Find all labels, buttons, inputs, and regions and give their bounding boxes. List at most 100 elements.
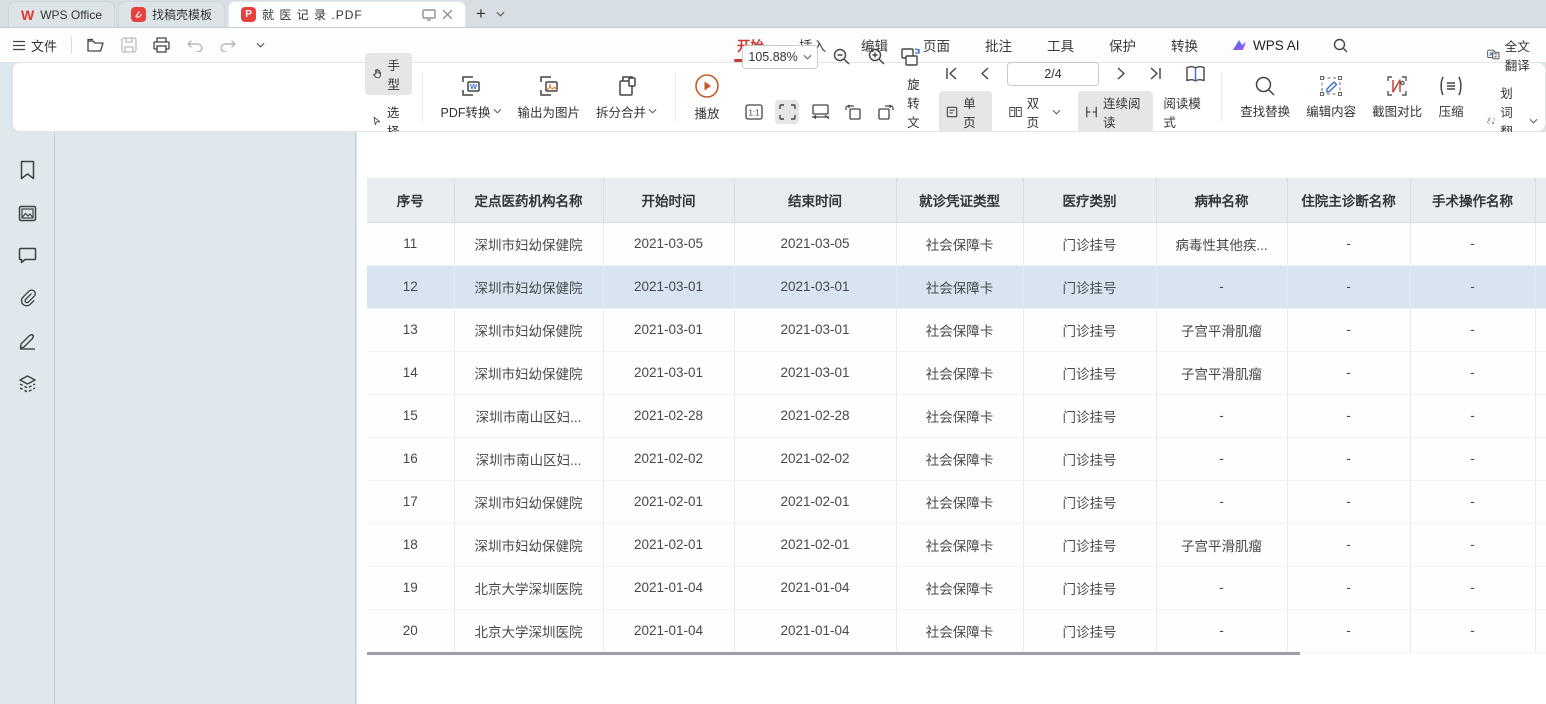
tab-template-label: 找稿壳模板 [152, 6, 212, 23]
table-cell: 子宫平滑肌瘤 [1156, 351, 1287, 394]
tab-document-label: 就 医 记 录 .PDF [262, 6, 363, 23]
rotate-left-icon [844, 104, 862, 120]
zoom-level-select[interactable]: 105.88% [742, 45, 818, 69]
double-page-button[interactable]: 双页 [1002, 91, 1069, 133]
last-page-button[interactable] [1143, 62, 1167, 86]
table-cell: 子宫平滑肌瘤 [1156, 308, 1287, 351]
table-header-cell: 就诊凭证类型 [896, 178, 1023, 222]
rotate-pages-button[interactable] [899, 45, 923, 69]
svg-text:A: A [1492, 120, 1495, 124]
table-row: 13深圳市妇幼保健院2021-03-012021-03-01社会保障卡门诊挂号子… [367, 308, 1546, 351]
table-cell: - [1156, 265, 1287, 308]
new-tab-button[interactable]: + [476, 5, 486, 22]
find-replace-button[interactable]: 查找替换 [1232, 72, 1298, 123]
table-cell: 2021-01-04 [734, 566, 896, 609]
table-cell: 深圳市妇幼保健院 [454, 265, 603, 308]
actual-size-button[interactable]: 1:1 [742, 100, 766, 124]
full-translate-button[interactable]: A字 全文翻译 [1480, 34, 1545, 76]
ribbon-search-icon[interactable] [1331, 36, 1350, 55]
zoom-in-button[interactable] [864, 45, 888, 69]
pdf-page[interactable]: 序号定点医药机构名称开始时间结束时间就诊凭证类型医疗类别病种名称住院主诊断名称手… [357, 132, 1546, 704]
chevron-down-icon [803, 54, 812, 60]
file-menu-button[interactable]: 文件 [12, 36, 57, 55]
tab-list-chevron-icon[interactable] [496, 4, 505, 22]
redo-icon[interactable] [218, 36, 237, 55]
more-history-chevron-icon[interactable] [251, 36, 270, 55]
layers-panel-icon[interactable] [18, 375, 37, 393]
table-cell: 17 [367, 480, 454, 523]
table-header-cell: 开始时间 [603, 178, 734, 222]
bookmarks-panel-icon[interactable] [19, 160, 36, 180]
rotate-left-button[interactable] [841, 100, 865, 124]
table-header-cell [1535, 178, 1546, 222]
table-cell: 病毒性其他疾... [1156, 222, 1287, 265]
play-button[interactable]: 播放 [686, 70, 728, 125]
template-app-icon [131, 7, 146, 22]
single-page-button[interactable]: 单页 [939, 91, 992, 133]
table-cell: - [1156, 566, 1287, 609]
tab-wps-office[interactable]: W WPS Office [8, 1, 115, 27]
table-header-cell: 医疗类别 [1023, 178, 1156, 222]
full-translate-label: 全文翻译 [1505, 36, 1538, 74]
continuous-read-button[interactable]: 连续阅读 [1078, 91, 1153, 133]
ribbon-tab-convert[interactable]: 转换 [1169, 28, 1200, 62]
undo-icon[interactable] [185, 36, 204, 55]
ribbon-tab-tools[interactable]: 工具 [1045, 28, 1076, 62]
signature-panel-icon[interactable] [18, 332, 37, 350]
play-icon [694, 73, 720, 99]
table-cell: 社会保障卡 [896, 566, 1023, 609]
save-icon[interactable] [119, 36, 138, 55]
edit-content-button[interactable]: 编辑内容 [1298, 72, 1364, 123]
prev-page-button[interactable] [973, 62, 997, 86]
fit-width-button[interactable] [808, 100, 832, 124]
navigation-panel[interactable] [56, 132, 356, 704]
fit-page-icon [779, 104, 796, 120]
open-folder-icon[interactable] [86, 36, 105, 55]
comments-panel-icon[interactable] [18, 247, 37, 264]
table-cell: 社会保障卡 [896, 308, 1023, 351]
read-mode-button[interactable]: 阅读模式 [1163, 93, 1207, 131]
pdf-convert-button[interactable]: W PDF转换 [433, 71, 510, 124]
ribbon-tab-protect[interactable]: 保护 [1107, 28, 1138, 62]
table-cell: 社会保障卡 [896, 351, 1023, 394]
toolbar: 手型 选择 W PDF转换 输出为图片 拆分合并 播放 105.88% [12, 62, 1546, 132]
ribbon-tab-page[interactable]: 页面 [921, 28, 952, 62]
table-cell [1535, 609, 1546, 652]
hand-tool-button[interactable]: 手型 [365, 53, 412, 95]
print-icon[interactable] [152, 36, 171, 55]
compress-button[interactable]: 压缩 [1430, 72, 1472, 123]
table-cell: 2021-02-02 [603, 437, 734, 480]
attachments-panel-icon[interactable] [18, 289, 37, 307]
tab-template[interactable]: 找稿壳模板 [118, 1, 225, 27]
split-merge-button[interactable]: 拆分合并 [588, 71, 665, 124]
table-cell: 2021-02-28 [603, 394, 734, 437]
screenshot-compare-label: 截图对比 [1372, 101, 1422, 120]
table-cell: 社会保障卡 [896, 480, 1023, 523]
table-header-cell: 住院主诊断名称 [1287, 178, 1410, 222]
table-row: 15深圳市南山区妇...2021-02-282021-02-28社会保障卡门诊挂… [367, 394, 1546, 437]
table-cell: 18 [367, 523, 454, 566]
rotate-right-button[interactable] [874, 100, 898, 124]
screenshot-compare-button[interactable]: 截图对比 [1364, 72, 1430, 123]
table-cell: 2021-03-05 [734, 222, 896, 265]
table-cell: 2021-03-01 [603, 351, 734, 394]
book-view-button[interactable] [1183, 62, 1207, 86]
page-number-input[interactable]: 2/4 [1007, 62, 1099, 86]
table-cell: - [1410, 222, 1535, 265]
images-panel-icon[interactable] [18, 205, 37, 222]
close-tab-icon[interactable] [442, 9, 453, 20]
table-cell: - [1410, 351, 1535, 394]
table-cell: 门诊挂号 [1023, 308, 1156, 351]
ribbon-tab-comment[interactable]: 批注 [983, 28, 1014, 62]
present-monitor-icon[interactable] [422, 9, 436, 21]
table-cell: 深圳市南山区妇... [454, 437, 603, 480]
table-cell: - [1287, 351, 1410, 394]
zoom-out-button[interactable] [829, 45, 853, 69]
table-cell: - [1410, 523, 1535, 566]
tab-document[interactable]: P 就 医 记 录 .PDF [228, 1, 466, 27]
fit-page-button[interactable] [775, 100, 799, 124]
first-page-button[interactable] [939, 62, 963, 86]
wps-ai-button[interactable]: WPS AI [1231, 38, 1300, 53]
next-page-button[interactable] [1109, 62, 1133, 86]
export-image-button[interactable]: 输出为图片 [510, 71, 589, 124]
